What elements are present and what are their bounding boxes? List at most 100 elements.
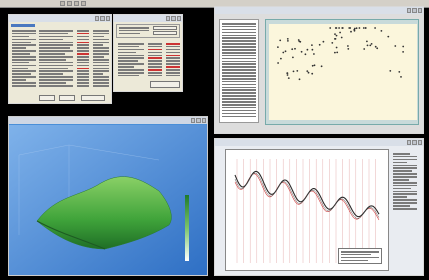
window-title bbox=[9, 117, 207, 124]
minimize-icon[interactable] bbox=[407, 8, 412, 13]
toolbar-button[interactable] bbox=[74, 1, 79, 6]
scatter-point bbox=[347, 45, 349, 47]
scatter-point bbox=[353, 29, 356, 32]
cancel-button[interactable] bbox=[81, 95, 105, 101]
scatter-point bbox=[300, 50, 303, 53]
toolbar-button[interactable] bbox=[60, 1, 65, 6]
scatter-point bbox=[287, 40, 289, 42]
controller-window bbox=[8, 14, 112, 104]
scatter-point bbox=[341, 27, 344, 29]
scatter-point bbox=[282, 51, 285, 54]
scatter-point bbox=[398, 71, 401, 73]
plot-frame bbox=[265, 19, 419, 125]
close-icon[interactable] bbox=[105, 16, 110, 21]
minimize-icon[interactable] bbox=[191, 118, 196, 123]
minimize-icon[interactable] bbox=[407, 140, 412, 145]
scatter-point bbox=[329, 27, 332, 29]
surface-canvas[interactable] bbox=[9, 125, 207, 275]
maximize-icon[interactable] bbox=[171, 16, 176, 21]
scatter-point bbox=[311, 44, 313, 46]
scatter-point bbox=[334, 51, 336, 54]
scatter-point bbox=[322, 40, 325, 43]
data-table bbox=[219, 19, 259, 123]
window-title bbox=[114, 15, 182, 22]
scatter-point bbox=[292, 56, 294, 59]
scatter-point bbox=[296, 70, 299, 72]
maximize-icon[interactable] bbox=[196, 118, 201, 123]
scatter-point bbox=[380, 30, 383, 32]
scatter-point bbox=[394, 45, 397, 47]
minimize-icon[interactable] bbox=[166, 16, 171, 21]
scatter-point bbox=[335, 34, 338, 37]
scatter-point bbox=[340, 36, 343, 39]
toolbar-button[interactable] bbox=[81, 1, 86, 6]
input-field[interactable] bbox=[153, 26, 177, 30]
unit-column bbox=[93, 30, 109, 88]
scatter-point bbox=[320, 65, 323, 68]
scatter-point bbox=[313, 53, 315, 55]
scatter-point bbox=[338, 27, 340, 29]
scatter-point bbox=[313, 64, 316, 67]
scatter-point bbox=[298, 78, 301, 81]
maximize-icon[interactable] bbox=[100, 16, 105, 21]
settings-labels bbox=[118, 43, 144, 78]
scatter-point bbox=[304, 53, 307, 56]
apply-button[interactable] bbox=[39, 95, 55, 101]
close-icon[interactable] bbox=[417, 8, 422, 13]
colorbar-icon bbox=[185, 195, 189, 261]
run-button[interactable] bbox=[150, 81, 180, 88]
window-title bbox=[215, 7, 423, 14]
minimize-icon[interactable] bbox=[95, 16, 100, 21]
scatter-point bbox=[400, 76, 402, 78]
close-icon[interactable] bbox=[176, 16, 181, 21]
scatter-window bbox=[214, 6, 424, 134]
scatter-point bbox=[358, 27, 361, 29]
surface-window bbox=[8, 116, 208, 276]
legend-box bbox=[338, 248, 382, 264]
scatter-point bbox=[339, 31, 341, 34]
scatter-point bbox=[366, 40, 368, 43]
toolbar-button[interactable] bbox=[67, 1, 72, 6]
scatter-point bbox=[294, 47, 296, 50]
scatter-point bbox=[306, 48, 309, 51]
scatter-point bbox=[280, 57, 282, 60]
plot-frame bbox=[225, 149, 389, 271]
scatter-point bbox=[284, 50, 287, 53]
scatter-point bbox=[306, 70, 309, 72]
scatter-point bbox=[362, 27, 365, 29]
ok-button[interactable] bbox=[59, 95, 75, 101]
input-field[interactable] bbox=[153, 31, 177, 35]
scatter-point bbox=[336, 51, 339, 54]
settings-window bbox=[113, 14, 183, 92]
scatter-point bbox=[287, 77, 290, 79]
scatter-point bbox=[311, 64, 314, 67]
scatter-point bbox=[291, 48, 294, 51]
scatter-point bbox=[350, 30, 352, 33]
maximize-icon[interactable] bbox=[412, 140, 417, 145]
scatter-point bbox=[286, 72, 289, 74]
timeseries-window bbox=[214, 138, 424, 276]
value-column bbox=[77, 30, 89, 88]
scatter-point bbox=[369, 44, 372, 47]
scatter-point bbox=[311, 48, 314, 51]
scatter-point bbox=[277, 62, 279, 64]
close-icon[interactable] bbox=[417, 140, 422, 145]
scatter-point bbox=[402, 51, 404, 53]
scatter-plot bbox=[269, 24, 417, 120]
scatter-point bbox=[366, 44, 369, 47]
scatter-point bbox=[277, 46, 279, 48]
scatter-point bbox=[374, 27, 376, 29]
window-title bbox=[9, 15, 111, 22]
maximize-icon[interactable] bbox=[412, 8, 417, 13]
scatter-point bbox=[311, 72, 314, 75]
close-icon[interactable] bbox=[201, 118, 206, 123]
options-panel bbox=[393, 153, 421, 243]
scatter-point bbox=[335, 27, 338, 29]
tab-active[interactable] bbox=[11, 24, 35, 27]
scatter-point bbox=[374, 45, 377, 48]
scatter-point bbox=[387, 35, 390, 38]
scatter-point bbox=[335, 46, 338, 49]
scatter-point bbox=[334, 33, 336, 35]
window-title bbox=[215, 139, 423, 146]
scatter-point bbox=[334, 38, 336, 40]
